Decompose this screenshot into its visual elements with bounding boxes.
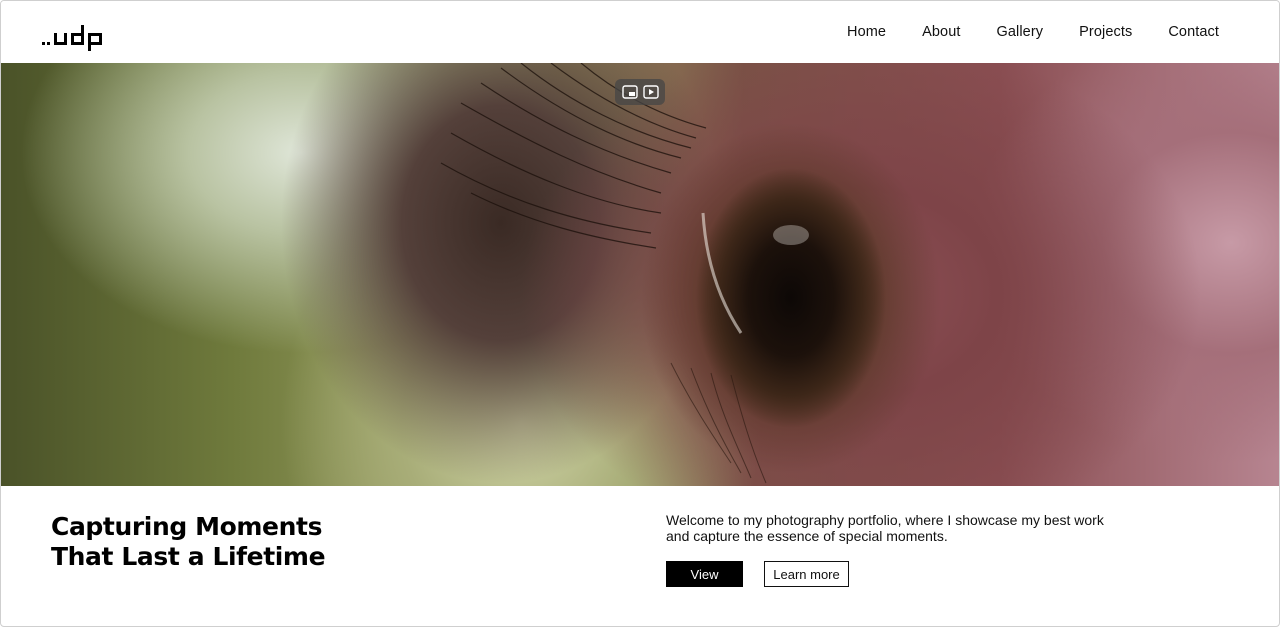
media-controls	[615, 79, 665, 105]
hero-image	[1, 63, 1279, 486]
video-capture-icon[interactable]	[642, 83, 660, 101]
picture-in-picture-icon[interactable]	[621, 83, 639, 101]
site-logo[interactable]	[42, 19, 104, 51]
main-nav: Home About Gallery Projects Contact	[847, 1, 1219, 63]
nav-home[interactable]: Home	[847, 24, 886, 40]
headline-line-1: Capturing Moments	[51, 512, 323, 541]
nav-about[interactable]: About	[922, 24, 960, 40]
nav-gallery[interactable]: Gallery	[997, 24, 1044, 40]
eye-lashes-illustration	[440, 63, 809, 484]
nav-projects[interactable]: Projects	[1079, 24, 1132, 40]
view-button[interactable]: View	[666, 561, 743, 587]
page: Home About Gallery Projects Contact Capt…	[0, 0, 1280, 627]
nav-contact[interactable]: Contact	[1168, 24, 1219, 40]
logo-mark-icon	[42, 25, 102, 51]
site-header: Home About Gallery Projects Contact	[1, 1, 1279, 63]
hero-headline: Capturing Moments That Last a Lifetime	[51, 512, 451, 572]
intro-description: Welcome to my photography portfolio, whe…	[666, 512, 1104, 544]
headline-line-2: That Last a Lifetime	[51, 542, 326, 571]
learn-more-button[interactable]: Learn more	[764, 561, 849, 587]
